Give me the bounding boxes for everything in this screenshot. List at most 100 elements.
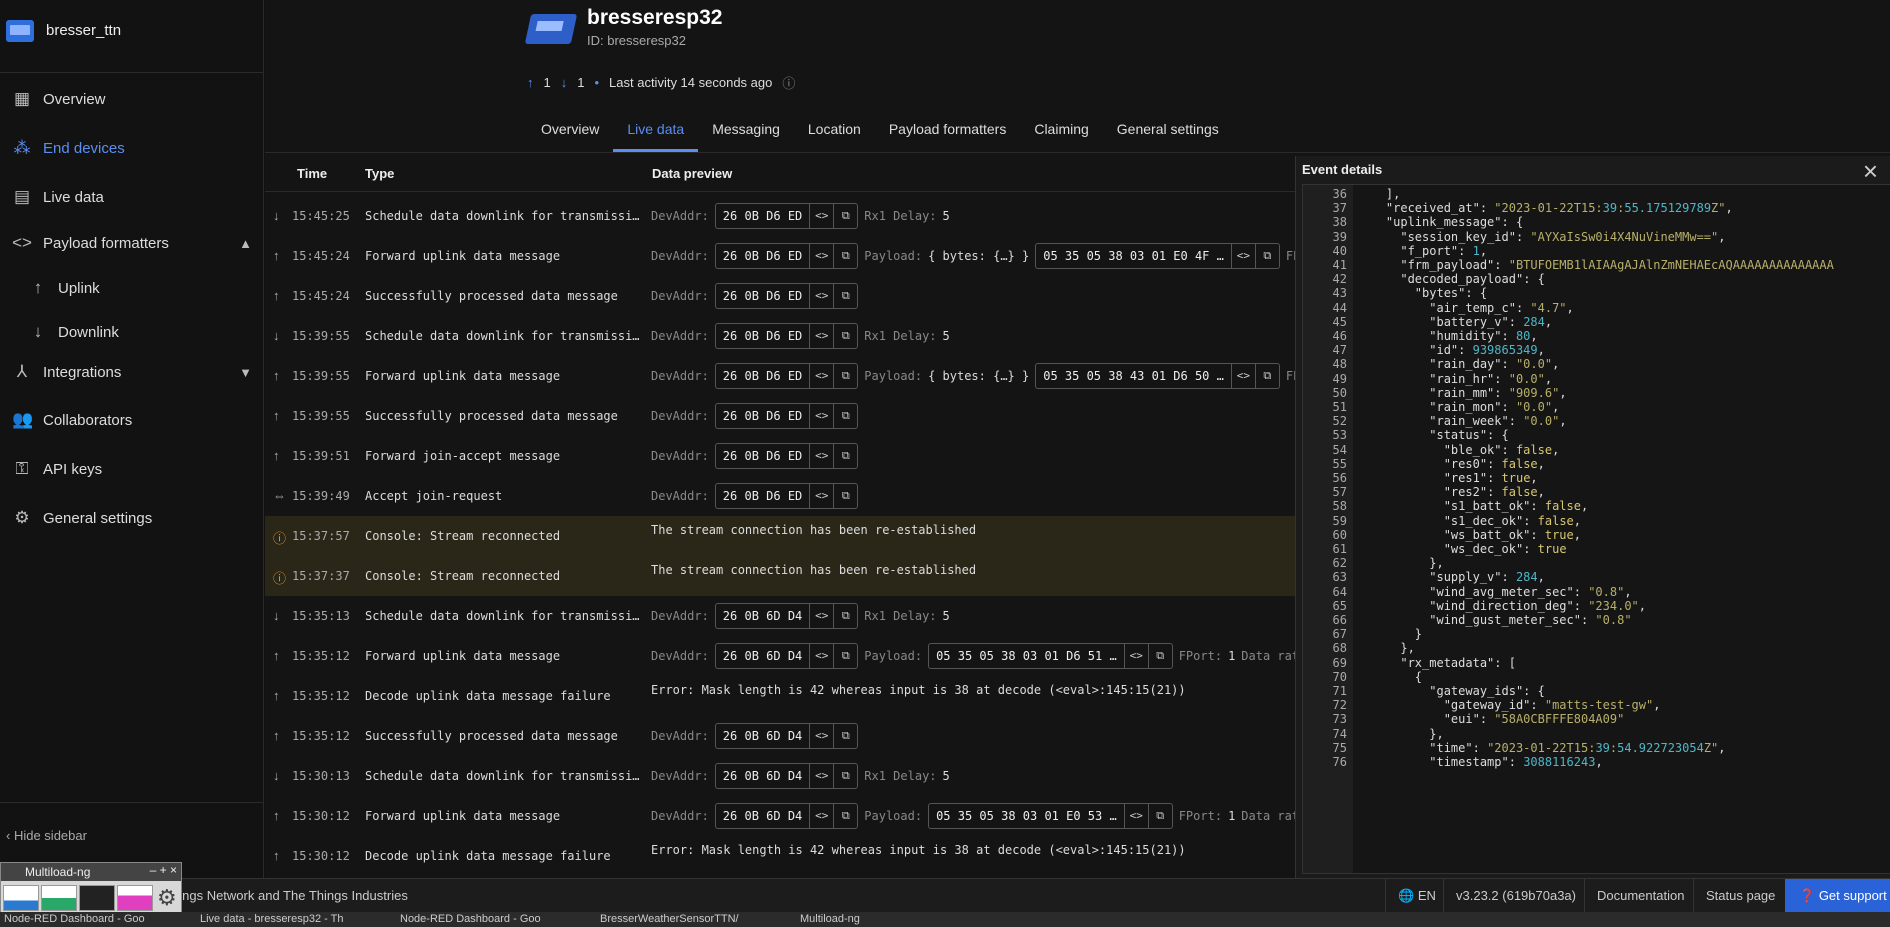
code-line: "supply_v": 284, bbox=[1429, 570, 1545, 585]
table-row[interactable]: ↑ 15:35:12 Successfully processed data mes… bbox=[265, 716, 1295, 756]
copy-icon[interactable]: ⧉ bbox=[833, 604, 857, 628]
sidebar-item-end-devices[interactable]: ⁂ End devices bbox=[0, 128, 264, 168]
code-toggle-icon[interactable]: <> bbox=[809, 644, 833, 668]
table-row[interactable]: ↑ 15:35:12 Decode uplink data message fail… bbox=[265, 676, 1295, 716]
documentation-link[interactable]: Documentation bbox=[1584, 879, 1696, 913]
column-header-time[interactable]: Time bbox=[297, 166, 327, 181]
code-toggle-icon[interactable]: <> bbox=[1123, 644, 1148, 668]
table-row[interactable]: ↑ 15:45:24 Successfully processed data mes… bbox=[265, 276, 1295, 316]
app-header[interactable]: bresser_ttn bbox=[0, 0, 264, 73]
code-toggle-icon[interactable]: <> bbox=[809, 324, 833, 348]
code-toggle-icon[interactable]: <> bbox=[1123, 804, 1148, 828]
sidebar-item-overview[interactable]: ▦ Overview bbox=[0, 79, 264, 119]
taskbar-item[interactable]: BresserWeatherSensorTTN/ bbox=[600, 913, 739, 927]
window-controls[interactable]: – + × bbox=[150, 863, 177, 877]
table-row[interactable]: ↑ 15:35:12 Forward uplink data message DevA… bbox=[265, 636, 1295, 676]
sidebar-item-live-data[interactable]: ▤ Live data bbox=[0, 177, 264, 217]
code-toggle-icon[interactable]: <> bbox=[809, 244, 833, 268]
taskbar-item[interactable]: Live data - bresseresp32 - Th bbox=[200, 913, 343, 927]
copy-icon[interactable]: ⧉ bbox=[833, 364, 857, 388]
code-line: "gateway_ids": { bbox=[1429, 684, 1545, 698]
gear-icon[interactable]: ⚙ bbox=[157, 885, 177, 911]
code-toggle-icon[interactable]: <> bbox=[809, 764, 833, 788]
tab-overview[interactable]: Overview bbox=[527, 114, 613, 152]
code-toggle-icon[interactable]: <> bbox=[809, 444, 833, 468]
row-time: 15:37:57 bbox=[292, 529, 350, 543]
copy-icon[interactable]: ⧉ bbox=[833, 804, 857, 828]
code-toggle-icon[interactable]: <> bbox=[1230, 244, 1255, 268]
copy-icon[interactable]: ⧉ bbox=[1254, 364, 1279, 388]
copy-icon[interactable]: ⧉ bbox=[833, 244, 857, 268]
code-toggle-icon[interactable]: <> bbox=[809, 724, 833, 748]
table-row[interactable]: ⓘ 15:37:57 Console: Stream reconnected The … bbox=[265, 516, 1295, 556]
sidebar-item-collaborators[interactable]: 👥 Collaborators bbox=[0, 400, 264, 440]
taskbar-item[interactable]: Node-RED Dashboard - Goo bbox=[4, 913, 145, 927]
sidebar-item-payload-formatters[interactable]: <> Payload formatters ▲ bbox=[0, 223, 264, 263]
table-row[interactable]: ⓘ 15:37:37 Console: Stream reconnected The … bbox=[265, 556, 1295, 596]
copy-icon[interactable]: ⧉ bbox=[833, 204, 857, 228]
copy-icon[interactable]: ⧉ bbox=[833, 764, 857, 788]
hide-sidebar-button[interactable]: ‹ Hide sidebar bbox=[6, 828, 87, 843]
code-toggle-icon[interactable]: <> bbox=[809, 404, 833, 428]
copy-icon[interactable]: ⧉ bbox=[1147, 804, 1172, 828]
taskbar-item[interactable]: Multiload-ng bbox=[800, 913, 860, 927]
code-toggle-icon[interactable]: <> bbox=[1230, 364, 1255, 388]
close-icon[interactable]: × bbox=[1863, 156, 1878, 187]
row-type: Successfully processed data message bbox=[365, 729, 618, 743]
tab-live-data[interactable]: Live data bbox=[613, 114, 699, 152]
tab-messaging[interactable]: Messaging bbox=[698, 114, 794, 152]
status-page-link[interactable]: Status page bbox=[1693, 879, 1787, 913]
table-row[interactable]: ↑ 15:39:51 Forward join-accept message DevA… bbox=[265, 436, 1295, 476]
column-header-type[interactable]: Type bbox=[365, 166, 394, 181]
code-toggle-icon[interactable]: <> bbox=[809, 364, 833, 388]
table-row[interactable]: ↑ 15:39:55 Forward uplink data message DevA… bbox=[265, 356, 1295, 396]
copy-icon[interactable]: ⧉ bbox=[1147, 644, 1172, 668]
tab-location[interactable]: Location bbox=[794, 114, 875, 152]
sidebar-item-downlink[interactable]: ↓ Downlink bbox=[0, 312, 264, 352]
line-number: 62 bbox=[1332, 556, 1347, 571]
copy-icon[interactable]: ⧉ bbox=[833, 484, 857, 508]
table-row[interactable]: ↓ 15:30:13 Schedule data downlink for tran… bbox=[265, 756, 1295, 796]
copy-icon[interactable]: ⧉ bbox=[833, 284, 857, 308]
code-toggle-icon[interactable]: <> bbox=[809, 204, 833, 228]
column-header-preview[interactable]: Data preview bbox=[652, 166, 732, 181]
table-row[interactable]: ⇔ 15:39:49 Accept join-request DevAddr: 26 0… bbox=[265, 476, 1295, 516]
tab-payload-formatters[interactable]: Payload formatters bbox=[875, 114, 1021, 152]
multiload-widget[interactable]: Multiload-ng – + × ⚙ bbox=[0, 862, 182, 916]
copy-icon[interactable]: ⧉ bbox=[833, 404, 857, 428]
taskbar-item[interactable]: Node-RED Dashboard - Goo bbox=[400, 913, 541, 927]
sidebar-item-api-keys[interactable]: ⚿ API keys bbox=[0, 449, 264, 489]
line-number: 49 bbox=[1332, 371, 1347, 386]
sidebar-item-general-settings[interactable]: ⚙ General settings bbox=[0, 498, 264, 538]
table-row[interactable]: ↑ 15:30:12 Forward uplink data message DevA… bbox=[265, 796, 1295, 836]
code-toggle-icon[interactable]: <> bbox=[809, 484, 833, 508]
code-toggle-icon[interactable]: <> bbox=[809, 604, 833, 628]
code-toggle-icon[interactable]: <> bbox=[809, 284, 833, 308]
sidebar-item-uplink[interactable]: ↑ Uplink bbox=[0, 268, 264, 308]
table-row[interactable]: ↓ 15:39:55 Schedule data downlink for tran… bbox=[265, 316, 1295, 356]
copy-icon[interactable]: ⧉ bbox=[833, 324, 857, 348]
copy-icon[interactable]: ⧉ bbox=[833, 724, 857, 748]
tab-general-settings[interactable]: General settings bbox=[1103, 114, 1233, 152]
code-toggle-icon[interactable]: <> bbox=[809, 804, 833, 828]
devaddr-value: 26 0B D6 ED bbox=[722, 449, 803, 463]
copy-icon[interactable]: ⧉ bbox=[833, 444, 857, 468]
devaddr-field: 26 0B 6D D4 <> ⧉ bbox=[714, 603, 859, 629]
tab-claiming[interactable]: Claiming bbox=[1020, 114, 1102, 152]
sidebar-item-integrations[interactable]: ⅄ Integrations ▼ bbox=[0, 352, 264, 392]
help-icon[interactable]: ⓘ bbox=[782, 73, 795, 92]
preview-text: The stream connection has been re-establ… bbox=[651, 523, 977, 537]
rx1-value: 5 bbox=[942, 209, 950, 223]
table-row[interactable]: ↓ 15:45:25 Schedule data downlink for tran… bbox=[265, 196, 1295, 236]
table-row[interactable]: ↑ 15:30:12 Decode uplink data message fail… bbox=[265, 836, 1295, 876]
table-row[interactable]: ↓ 15:35:13 Schedule data downlink for tran… bbox=[265, 596, 1295, 636]
language-selector[interactable]: 🌐 EN bbox=[1385, 879, 1448, 913]
copy-icon[interactable]: ⧉ bbox=[833, 644, 857, 668]
arrow-up-icon: ↑ bbox=[273, 368, 280, 383]
table-row[interactable]: ↑ 15:45:24 Forward uplink data message DevA… bbox=[265, 236, 1295, 276]
table-row[interactable]: ↑ 15:39:55 Successfully processed data mes… bbox=[265, 396, 1295, 436]
get-support-button[interactable]: ❓ Get support bbox=[1785, 879, 1890, 913]
copy-icon[interactable]: ⧉ bbox=[1254, 244, 1279, 268]
event-json-viewer[interactable]: 36 ], 37 "received_at": "2023-01-22T15:39… bbox=[1302, 184, 1890, 874]
arrow-down-icon: ↓ bbox=[273, 208, 280, 223]
